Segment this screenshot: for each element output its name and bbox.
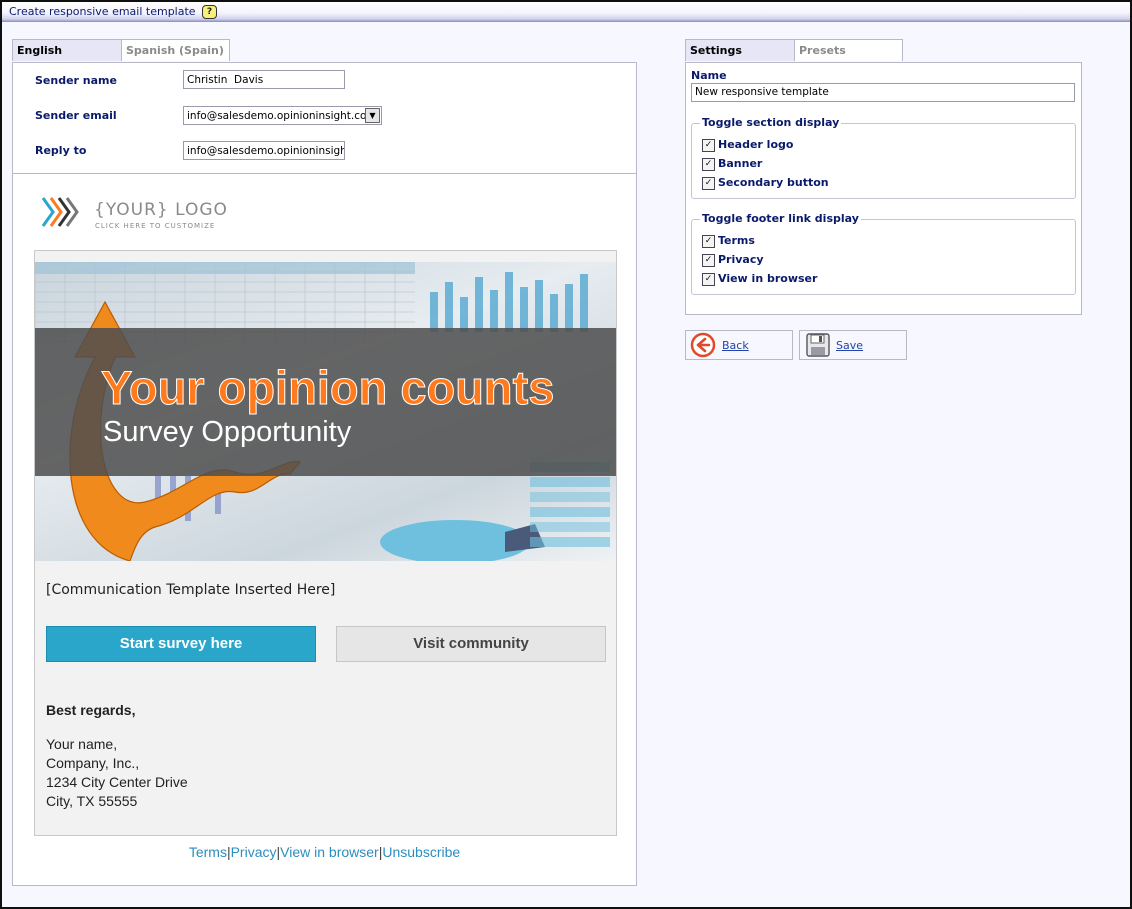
back-button-label: Back xyxy=(722,339,749,352)
address-line-city: City, TX 55555 xyxy=(46,793,138,809)
checkbox-header-logo[interactable]: ✓ xyxy=(702,139,715,152)
footer-link-terms[interactable]: Terms xyxy=(189,844,227,860)
back-arrow-icon xyxy=(690,332,716,358)
banner-subheadline: Survey Opportunity xyxy=(103,416,352,448)
checkbox-label: Secondary button xyxy=(718,176,829,189)
email-preview: {YOUR} LOGO CLICK HERE TO CUSTOMIZE Your… xyxy=(13,174,636,885)
checkbox-privacy[interactable]: ✓ xyxy=(702,254,715,267)
settings-panel: Name New responsive template Toggle sect… xyxy=(685,62,1082,315)
checkbox-secondary-button[interactable]: ✓ xyxy=(702,177,715,190)
sender-email-select[interactable]: info@salesdemo.opinioninsight.com ▼ xyxy=(183,106,382,125)
checkbox-label: Header logo xyxy=(718,138,794,151)
header-logo[interactable]: {YOUR} LOGO CLICK HERE TO CUSTOMIZE xyxy=(39,192,239,237)
address-line-name: Your name, xyxy=(46,736,118,752)
sender-name-input[interactable]: Christin Davis xyxy=(183,70,345,89)
application-window: Create responsive email template ? Engli… xyxy=(0,0,1132,909)
checkbox-label: Terms xyxy=(718,234,755,247)
footer-link-display-legend: Toggle footer link display xyxy=(700,212,861,225)
reply-to-input[interactable]: info@salesdemo.opinioninsight.c xyxy=(183,141,345,160)
template-name-label: Name xyxy=(691,69,727,82)
footer-link-unsubscribe[interactable]: Unsubscribe xyxy=(382,844,460,860)
floppy-disk-icon xyxy=(806,333,830,357)
template-name-input[interactable]: New responsive template xyxy=(691,83,1075,102)
title-bar: Create responsive email template ? xyxy=(2,2,1130,22)
address-line-street: 1234 City Center Drive xyxy=(46,774,188,790)
sender-name-value: Christin Davis xyxy=(187,74,264,86)
checkbox-label: Privacy xyxy=(718,253,764,266)
checkbox-label: View in browser xyxy=(718,272,818,285)
checkbox-banner[interactable]: ✓ xyxy=(702,158,715,171)
save-button-label: Save xyxy=(836,339,864,352)
save-button[interactable]: Save xyxy=(799,330,907,360)
sender-email-label: Sender email xyxy=(35,109,117,122)
address-line-company: Company, Inc., xyxy=(46,755,140,771)
tab-spanish-label: Spanish (Spain) xyxy=(126,44,224,57)
help-icon[interactable]: ? xyxy=(202,5,217,19)
section-display-legend: Toggle section display xyxy=(700,116,842,129)
tab-english[interactable]: English xyxy=(12,39,122,61)
sender-name-label: Sender name xyxy=(35,74,117,87)
sender-email-value: info@salesdemo.opinioninsight.com xyxy=(187,110,377,122)
footer-links: Terms|Privacy|View in browser|Unsubscrib… xyxy=(13,844,636,860)
logo-text: {YOUR} LOGO xyxy=(94,200,228,220)
checkbox-label: Banner xyxy=(718,157,763,170)
chevron-down-icon[interactable]: ▼ xyxy=(365,108,380,123)
email-editor-panel: Sender name Christin Davis Sender email … xyxy=(12,62,637,886)
window-title: Create responsive email template xyxy=(9,5,196,18)
section-display-group: Toggle section display ✓ Header logo ✓ B… xyxy=(691,116,1076,199)
tab-spanish-spain[interactable]: Spanish (Spain) xyxy=(121,39,230,61)
reply-to-value: info@salesdemo.opinioninsight.c xyxy=(187,145,345,157)
footer-link-view-in-browser[interactable]: View in browser xyxy=(280,844,379,860)
template-name-value: New responsive template xyxy=(695,86,829,98)
banner-headline: Your opinion counts xyxy=(100,361,555,415)
banner[interactable]: Your opinion counts Survey Opportunity xyxy=(35,262,616,561)
checkbox-view-in-browser[interactable]: ✓ xyxy=(702,273,715,286)
tab-presets[interactable]: Presets xyxy=(794,39,903,61)
tab-presets-label: Presets xyxy=(799,44,846,57)
sender-settings: Sender name Christin Davis Sender email … xyxy=(13,63,636,174)
email-body-card: Your opinion counts Survey Opportunity [… xyxy=(34,250,617,836)
tab-settings-label: Settings xyxy=(690,44,742,57)
template-placeholder: [Communication Template Inserted Here] xyxy=(46,582,336,598)
start-survey-button[interactable]: Start survey here xyxy=(46,626,316,662)
reply-to-label: Reply to xyxy=(35,144,87,157)
checkbox-terms[interactable]: ✓ xyxy=(702,235,715,248)
tab-english-label: English xyxy=(17,44,63,57)
logo-chevrons-icon xyxy=(41,197,79,227)
logo-subtext: CLICK HERE TO CUSTOMIZE xyxy=(95,222,216,230)
footer-link-display-group: Toggle footer link display ✓ Terms ✓ Pri… xyxy=(691,212,1076,295)
tab-settings[interactable]: Settings xyxy=(685,39,795,61)
back-button[interactable]: Back xyxy=(685,330,793,360)
signoff-text: Best regards, xyxy=(46,702,136,718)
footer-link-privacy[interactable]: Privacy xyxy=(231,844,277,860)
visit-community-button[interactable]: Visit community xyxy=(336,626,606,662)
